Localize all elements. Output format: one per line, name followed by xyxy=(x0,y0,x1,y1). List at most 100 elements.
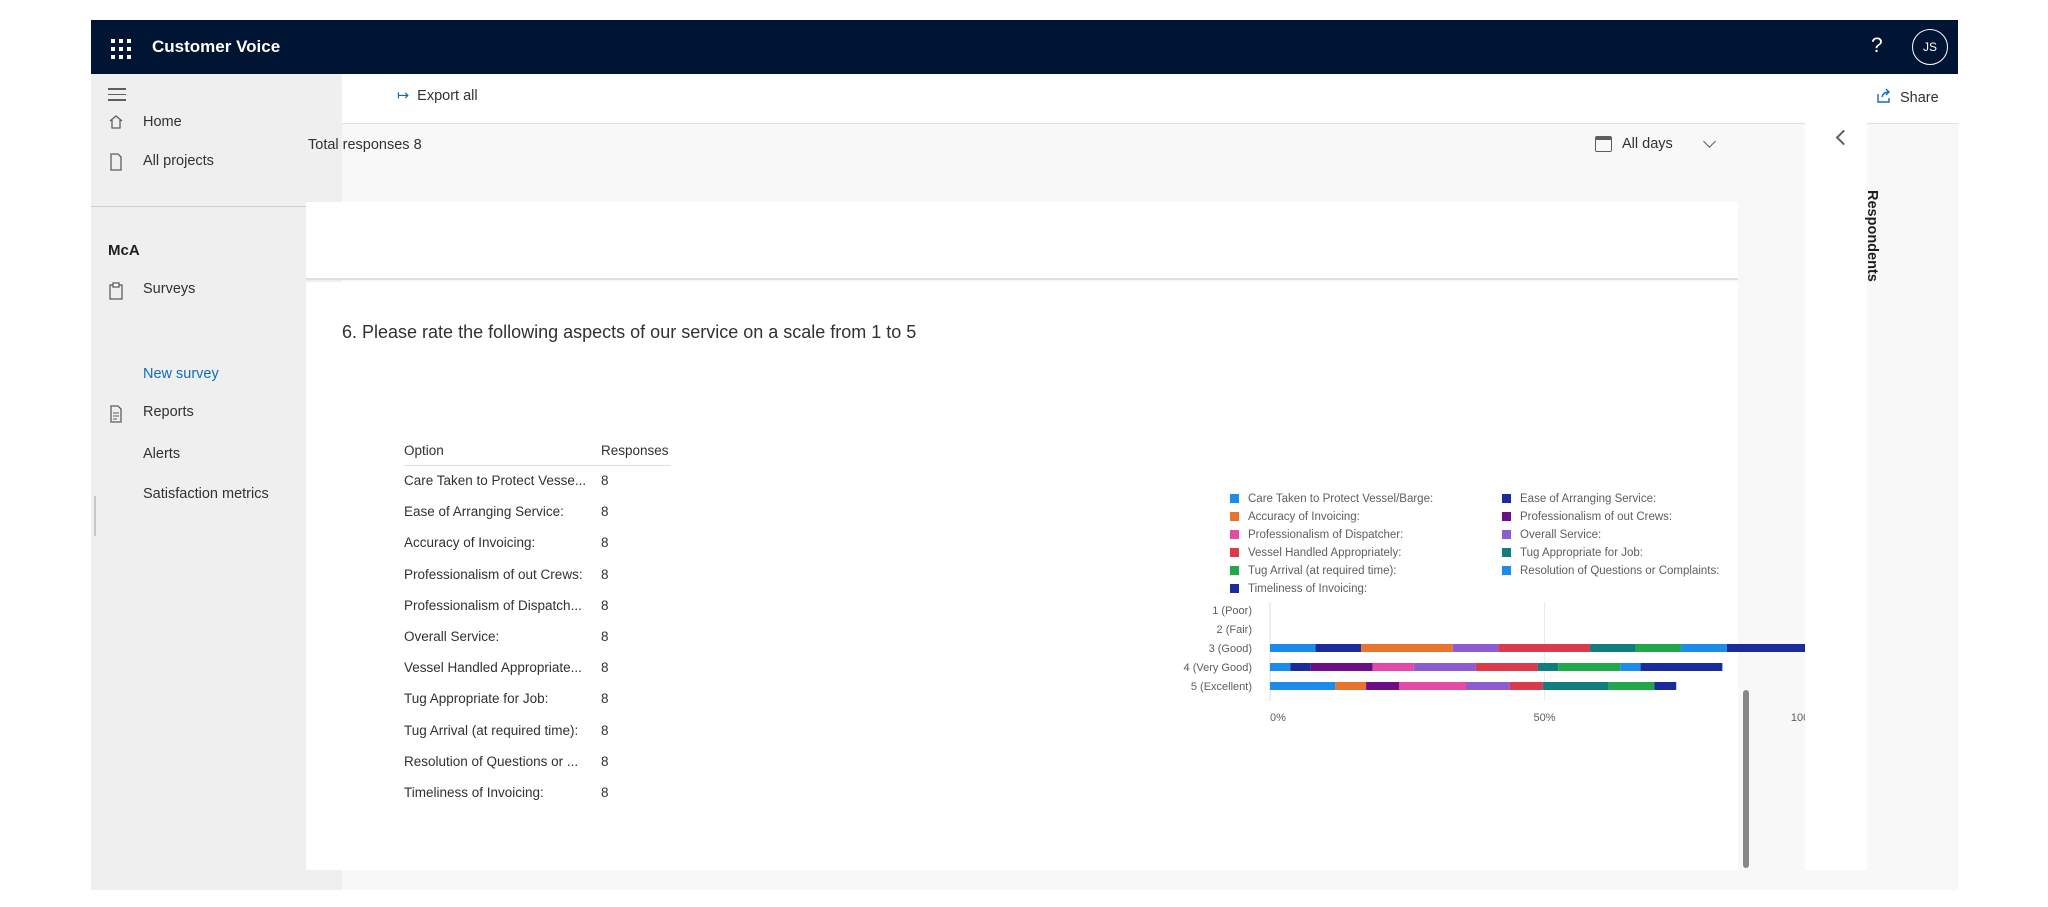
legend-label: Professionalism of out Crews: xyxy=(1520,511,1672,523)
sidebar-divider xyxy=(91,206,342,207)
bar-segment xyxy=(1372,663,1414,671)
y-tick-label: 1 (Poor) xyxy=(1212,605,1252,617)
bar-segment xyxy=(1542,682,1609,690)
legend-label: Tug Arrival (at required time): xyxy=(1248,565,1396,577)
responses-cell: 8 xyxy=(601,535,609,551)
sidebar-item-all-projects[interactable]: All projects xyxy=(143,153,214,169)
responses-cell: 8 xyxy=(601,753,609,769)
bar-segment xyxy=(1558,663,1621,671)
option-cell: Professionalism of Dispatch... xyxy=(404,597,582,613)
legend-label: Resolution of Questions or Complaints: xyxy=(1520,565,1719,577)
table-row: Resolution of Questions or ... 8 xyxy=(404,746,671,777)
previous-question-card xyxy=(306,202,1738,280)
responses-cell: 8 xyxy=(601,722,609,738)
share-button[interactable]: Share xyxy=(1876,88,1939,108)
report-icon xyxy=(108,405,124,428)
bar-segment xyxy=(1590,644,1636,652)
document-icon xyxy=(108,153,124,176)
x-tick-label: 0% xyxy=(1270,712,1286,724)
responses-cell: 8 xyxy=(601,473,609,489)
table-row: Ease of Arranging Service: 8 xyxy=(404,496,671,527)
stacked-bar-chart: Care Taken to Protect Vessel/Barge: Ease … xyxy=(1184,493,1815,724)
bar-segment xyxy=(1290,663,1311,671)
sidebar-item-surveys[interactable]: Surveys xyxy=(143,281,195,297)
bar-segment xyxy=(1726,644,1815,652)
question-title: 6. Please rate the following aspects of … xyxy=(342,322,917,342)
option-cell: Vessel Handled Appropriate... xyxy=(404,660,582,676)
y-tick-label: 2 (Fair) xyxy=(1217,624,1252,636)
option-cell: Resolution of Questions or ... xyxy=(404,753,579,769)
help-icon[interactable]: ? xyxy=(1871,34,1883,58)
table-row: Accuracy of Invoicing: 8 xyxy=(404,527,671,558)
bar-segment xyxy=(1270,663,1291,671)
y-tick-label: 5 (Excellent) xyxy=(1191,681,1252,693)
scrollbar[interactable] xyxy=(1743,690,1749,868)
table-row: Overall Service: 8 xyxy=(404,621,671,652)
bar-segment xyxy=(1509,682,1543,690)
option-cell: Professionalism of out Crews: xyxy=(404,566,583,582)
sidebar-item-home[interactable]: Home xyxy=(143,114,182,130)
sidebar-group-label: McA xyxy=(108,242,140,259)
calendar-icon xyxy=(1595,136,1612,152)
avatar[interactable]: JS xyxy=(1912,29,1948,65)
bar-segment xyxy=(1537,663,1559,671)
bar-segment xyxy=(1654,682,1677,690)
bar-segment xyxy=(1635,644,1682,652)
sidebar-item-reports[interactable]: Reports xyxy=(143,404,194,420)
bar-segment xyxy=(1270,644,1316,652)
export-all-button[interactable]: ↦ Export all xyxy=(397,88,478,104)
bar-segment xyxy=(1399,682,1466,690)
legend-swatch xyxy=(1230,584,1239,593)
sidebar-item-alerts[interactable]: Alerts xyxy=(143,446,180,462)
table-row: Professionalism of out Crews: 8 xyxy=(404,559,671,590)
legend-label: Timeliness of Invoicing: xyxy=(1248,583,1367,595)
responses-cell: 8 xyxy=(601,660,609,676)
legend-swatch xyxy=(1502,548,1511,557)
x-tick-label: 50% xyxy=(1533,712,1555,724)
legend-label: Overall Service: xyxy=(1520,529,1601,541)
option-cell: Overall Service: xyxy=(404,629,500,645)
hamburger-menu-icon[interactable] xyxy=(108,88,126,105)
responses-cell: 8 xyxy=(601,504,609,520)
responses-cell: 8 xyxy=(601,691,609,707)
bar-segment xyxy=(1681,644,1727,652)
bar-segment xyxy=(1366,682,1400,690)
bar-segment xyxy=(1475,663,1538,671)
share-label: Share xyxy=(1900,90,1939,106)
responses-cell: 8 xyxy=(601,597,609,613)
sidebar-item-new-survey[interactable]: New survey xyxy=(143,366,219,382)
option-cell: Accuracy of Invoicing: xyxy=(404,535,536,551)
option-cell: Care Taken to Protect Vesse... xyxy=(404,473,587,489)
command-bar: ↦ Export all Share xyxy=(342,74,1958,124)
app-title[interactable]: Customer Voice xyxy=(152,37,280,57)
bar-segment xyxy=(1452,644,1499,652)
table-header-row: Option Responses xyxy=(404,437,671,466)
respondents-panel xyxy=(1805,104,1867,870)
top-bar: Customer Voice ? JS xyxy=(91,20,1958,74)
y-tick-label: 4 (Very Good) xyxy=(1184,662,1252,674)
legend-label: Vessel Handled Appropriately: xyxy=(1248,547,1401,559)
legend-swatch xyxy=(1502,494,1511,503)
table-row: Tug Appropriate for Job: 8 xyxy=(404,683,671,714)
app-launcher-icon[interactable] xyxy=(105,33,133,61)
legend-swatch xyxy=(1230,566,1239,575)
legend-label: Tug Appropriate for Job: xyxy=(1520,547,1643,559)
date-filter-dropdown[interactable]: All days xyxy=(1595,135,1716,152)
responses-cell: 8 xyxy=(601,784,609,800)
respondents-panel-label[interactable]: Respondents xyxy=(1864,190,1880,282)
bar-segment xyxy=(1608,682,1655,690)
legend-swatch xyxy=(1230,548,1239,557)
table-row: Tug Arrival (at required time): 8 xyxy=(404,715,671,746)
bar-segment xyxy=(1640,663,1723,671)
legend-label: Professionalism of Dispatcher: xyxy=(1248,529,1403,541)
bar-segment xyxy=(1335,682,1367,690)
date-filter-label: All days xyxy=(1622,136,1673,152)
bar-segment xyxy=(1310,663,1373,671)
sidebar-item-satisfaction-metrics[interactable]: Satisfaction metrics xyxy=(143,486,269,502)
sidebar-selection-marker xyxy=(94,496,96,536)
responses-cell: 8 xyxy=(601,566,609,582)
legend-swatch xyxy=(1230,530,1239,539)
sidebar: Home All projects McA Surveys New survey… xyxy=(91,74,342,890)
bar-segment xyxy=(1315,644,1362,652)
bar-segment xyxy=(1498,644,1591,652)
